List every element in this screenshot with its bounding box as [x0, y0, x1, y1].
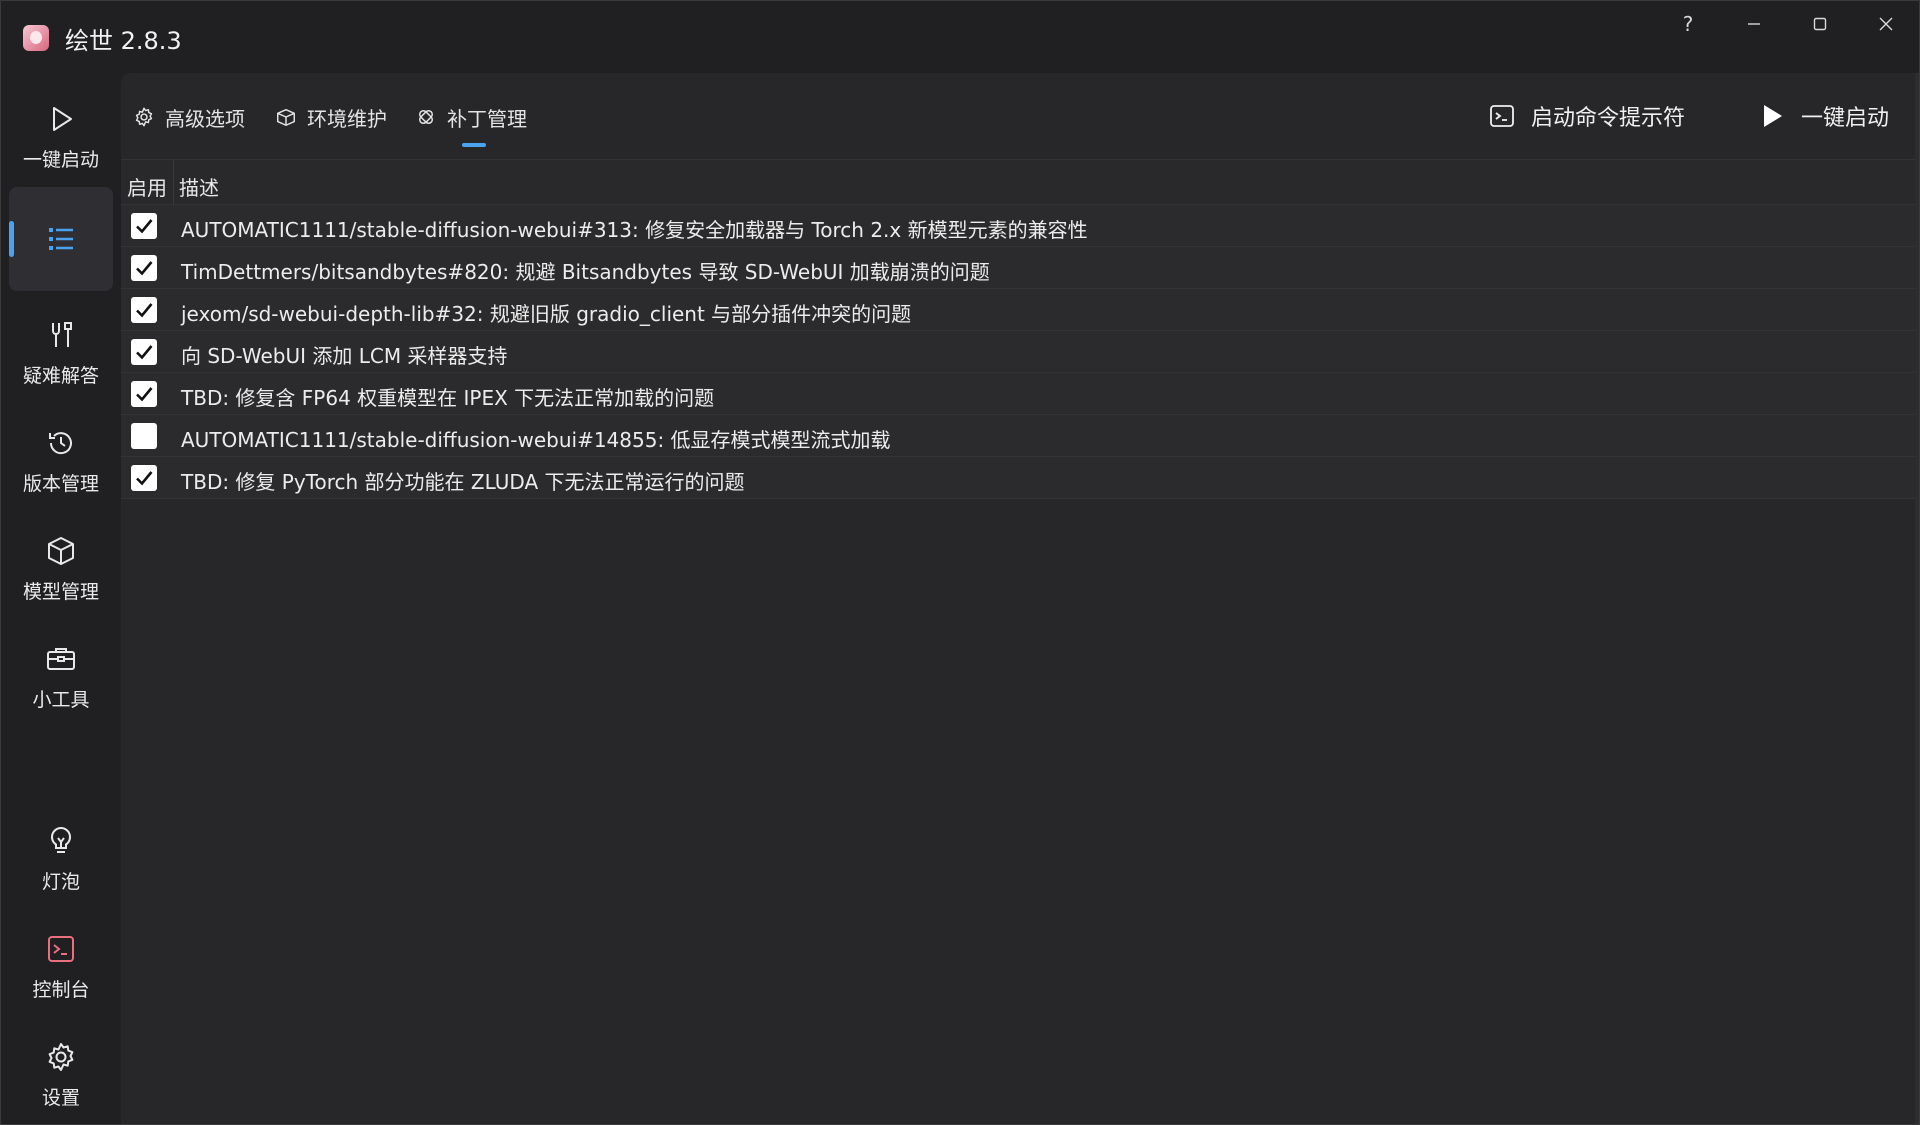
enable-checkbox[interactable]	[131, 297, 157, 323]
close-icon	[1879, 17, 1893, 31]
enable-checkbox[interactable]	[131, 213, 157, 239]
active-indicator	[9, 221, 14, 257]
enable-checkbox[interactable]	[131, 381, 157, 407]
play-icon	[45, 103, 77, 135]
sidebar-item-console[interactable]: 控制台	[9, 915, 113, 1019]
patch-description: TBD: 修复 PyTorch 部分功能在 ZLUDA 下无法正常运行的问题	[181, 470, 745, 494]
table-body: AUTOMATIC1111/stable-diffusion-webui#313…	[121, 205, 1919, 499]
app-title: 绘世 2.8.3	[65, 27, 182, 55]
enable-checkbox[interactable]	[131, 423, 157, 449]
sidebar-item-advanced[interactable]	[9, 187, 113, 291]
patch-description: 向 SD-WebUI 添加 LCM 采样器支持	[181, 344, 508, 368]
column-header-description[interactable]: 描述	[179, 172, 219, 201]
help-icon: ?	[1682, 12, 1694, 36]
tab-active-indicator	[462, 143, 486, 147]
table-row[interactable]: TBD: 修复 PyTorch 部分功能在 ZLUDA 下无法正常运行的问题	[121, 457, 1919, 499]
open-terminal-label: 启动命令提示符	[1531, 106, 1686, 131]
list-icon	[45, 223, 77, 255]
patch-description: AUTOMATIC1111/stable-diffusion-webui#148…	[181, 428, 891, 452]
column-header-enable[interactable]: 启用	[127, 172, 167, 201]
check-icon	[136, 345, 153, 360]
table-row[interactable]: 向 SD-WebUI 添加 LCM 采样器支持	[121, 331, 1919, 373]
enable-checkbox[interactable]	[131, 339, 157, 365]
scrollbar-track[interactable]	[1915, 73, 1919, 1124]
app-window: 绘世 2.8.3 ? 一键启动 疑难解答 版本管理 模型管理 小工具 灯泡 控制…	[0, 0, 1920, 1125]
launch-label: 一键启动	[1801, 106, 1890, 131]
open-terminal-button[interactable]: 启动命令提示符	[1489, 95, 1685, 137]
minimize-icon	[1748, 23, 1760, 25]
sidebar-item-label: 小工具	[32, 688, 90, 711]
enable-checkbox[interactable]	[131, 255, 157, 281]
sidebar-item-label: 一键启动	[22, 148, 99, 171]
close-button[interactable]	[1853, 1, 1919, 47]
table-row[interactable]: TBD: 修复含 FP64 权重模型在 IPEX 下无法正常加载的问题	[121, 373, 1919, 415]
sidebar-item-version[interactable]: 版本管理	[9, 409, 113, 513]
enable-checkbox[interactable]	[131, 465, 157, 491]
toolbar: 高级选项 环境维护 补丁管理 启动命令提示符 一键启动	[121, 73, 1919, 159]
sidebar-item-label: 模型管理	[22, 580, 99, 603]
sidebar-item-troubleshoot[interactable]: 疑难解答	[9, 301, 113, 405]
tab-advanced-options[interactable]: 高级选项	[133, 99, 245, 135]
sidebar-item-label: 灯泡	[41, 870, 80, 893]
tab-patch-management[interactable]: 补丁管理	[415, 99, 527, 135]
launch-button[interactable]: 一键启动	[1759, 95, 1889, 137]
lightbulb-icon	[45, 825, 77, 857]
terminal-icon	[1490, 105, 1514, 127]
tools-icon	[45, 319, 77, 351]
check-icon	[136, 303, 153, 318]
table-row[interactable]: TimDettmers/bitsandbytes#820: 规避 Bitsand…	[121, 247, 1919, 289]
patch-description: AUTOMATIC1111/stable-diffusion-webui#313…	[181, 218, 1088, 242]
check-icon	[136, 387, 153, 402]
sidebar-item-settings[interactable]: 设置	[9, 1023, 113, 1124]
patch-description: jexom/sd-webui-depth-lib#32: 规避旧版 gradio…	[181, 302, 912, 326]
maximize-button[interactable]	[1787, 1, 1853, 47]
sidebar-item-launch[interactable]: 一键启动	[9, 85, 113, 189]
sidebar-item-lightbulb[interactable]: 灯泡	[9, 807, 113, 911]
sidebar-item-label: 疑难解答	[22, 364, 99, 387]
app-logo	[23, 25, 49, 51]
toolbox-icon	[45, 643, 77, 675]
tab-label: 高级选项	[165, 106, 245, 131]
table-row[interactable]: AUTOMATIC1111/stable-diffusion-webui#148…	[121, 415, 1919, 457]
play-icon	[1764, 105, 1782, 127]
console-icon	[45, 933, 77, 965]
main-panel: 高级选项 环境维护 补丁管理 启动命令提示符 一键启动 启用 描述 AUTOMA…	[121, 73, 1919, 1124]
check-icon	[136, 471, 153, 486]
table-row[interactable]: AUTOMATIC1111/stable-diffusion-webui#313…	[121, 205, 1919, 247]
sidebar-item-models[interactable]: 模型管理	[9, 517, 113, 621]
sidebar-item-label: 控制台	[32, 978, 90, 1001]
gear-icon	[135, 107, 153, 127]
table-row[interactable]: jexom/sd-webui-depth-lib#32: 规避旧版 gradio…	[121, 289, 1919, 331]
sidebar-item-label: 版本管理	[22, 472, 99, 495]
window-controls: ?	[1655, 1, 1919, 47]
tab-label: 环境维护	[307, 106, 387, 131]
patch-description: TimDettmers/bitsandbytes#820: 规避 Bitsand…	[181, 260, 990, 284]
table-header: 启用 描述	[121, 159, 1919, 206]
package-icon	[277, 108, 295, 126]
check-icon	[136, 261, 153, 276]
tab-environment[interactable]: 环境维护	[275, 99, 387, 135]
sidebar-item-tools[interactable]: 小工具	[9, 625, 113, 729]
help-button[interactable]: ?	[1655, 1, 1721, 47]
column-divider[interactable]	[173, 160, 174, 206]
gear-icon	[45, 1041, 77, 1073]
sidebar-item-label: 设置	[41, 1086, 80, 1109]
patch-description: TBD: 修复含 FP64 权重模型在 IPEX 下无法正常加载的问题	[181, 386, 715, 410]
sidebar: 一键启动 疑难解答 版本管理 模型管理 小工具 灯泡 控制台 设置	[1, 73, 121, 1124]
maximize-icon	[1813, 17, 1827, 31]
tab-label: 补丁管理	[447, 106, 527, 131]
check-icon	[136, 219, 153, 234]
cube-icon	[45, 535, 77, 567]
history-icon	[45, 427, 77, 459]
patch-table: 启用 描述 AUTOMATIC1111/stable-diffusion-web…	[121, 159, 1919, 499]
patch-icon	[419, 110, 433, 124]
title-bar: 绘世 2.8.3 ?	[1, 1, 1919, 73]
minimize-button[interactable]	[1721, 1, 1787, 47]
